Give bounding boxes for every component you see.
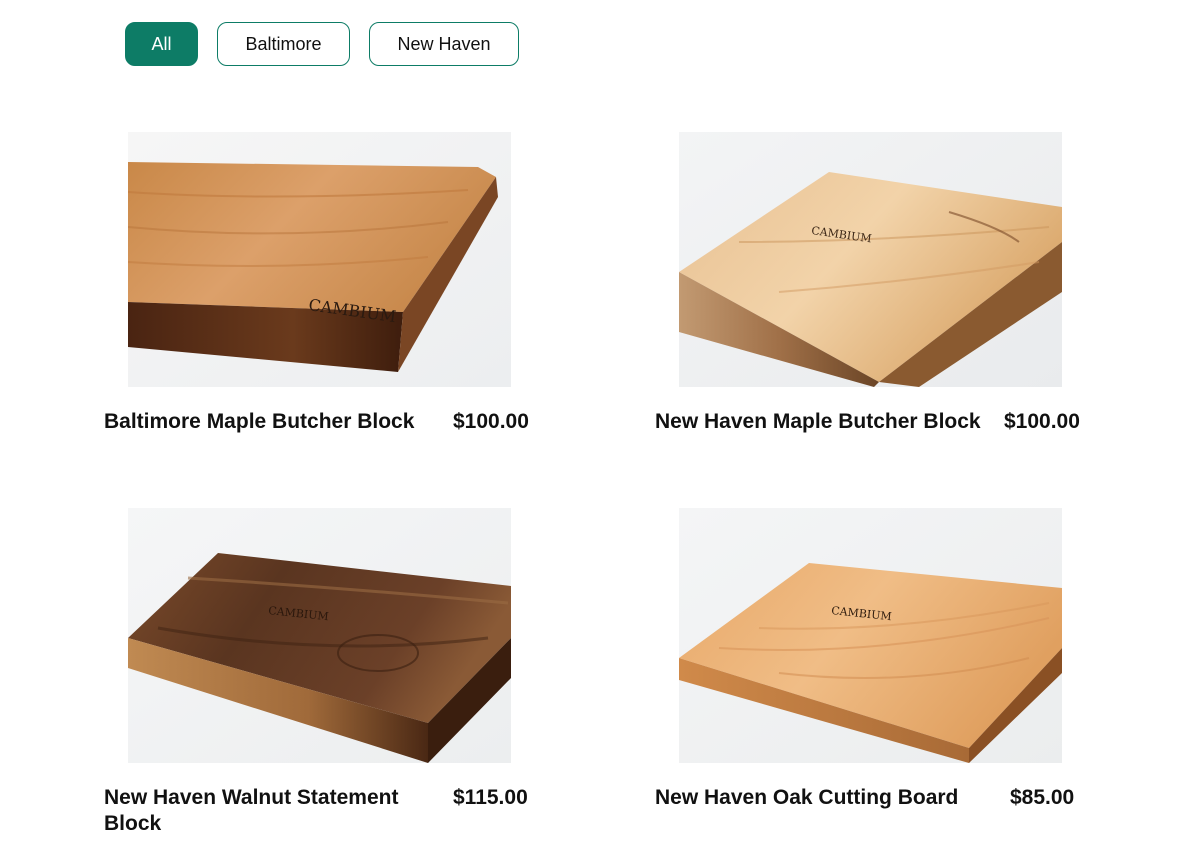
product-price: $115.00 xyxy=(453,786,528,809)
filter-new-haven-button[interactable]: New Haven xyxy=(369,22,519,66)
filter-baltimore-button[interactable]: Baltimore xyxy=(217,22,350,66)
location-filter-bar: All Baltimore New Haven xyxy=(125,22,519,66)
product-image-new-haven-walnut[interactable]: CAMBIUM xyxy=(128,508,511,763)
product-image-new-haven-oak[interactable]: CAMBIUM xyxy=(679,508,1062,763)
product-price: $100.00 xyxy=(1004,410,1080,433)
product-name[interactable]: New Haven Walnut Statement Block xyxy=(104,785,434,837)
product-name[interactable]: Baltimore Maple Butcher Block xyxy=(104,409,434,435)
product-price: $85.00 xyxy=(1010,786,1075,809)
product-price: $100.00 xyxy=(453,410,529,433)
product-image-new-haven-maple[interactable]: CAMBIUM xyxy=(679,132,1062,387)
product-name[interactable]: New Haven Oak Cutting Board xyxy=(655,785,985,811)
product-grid-page: All Baltimore New Haven CAMBIUM Baltimor… xyxy=(0,0,1189,845)
product-name[interactable]: New Haven Maple Butcher Block xyxy=(655,409,985,435)
product-image-baltimore-maple[interactable]: CAMBIUM xyxy=(128,132,511,387)
filter-all-button[interactable]: All xyxy=(125,22,198,66)
